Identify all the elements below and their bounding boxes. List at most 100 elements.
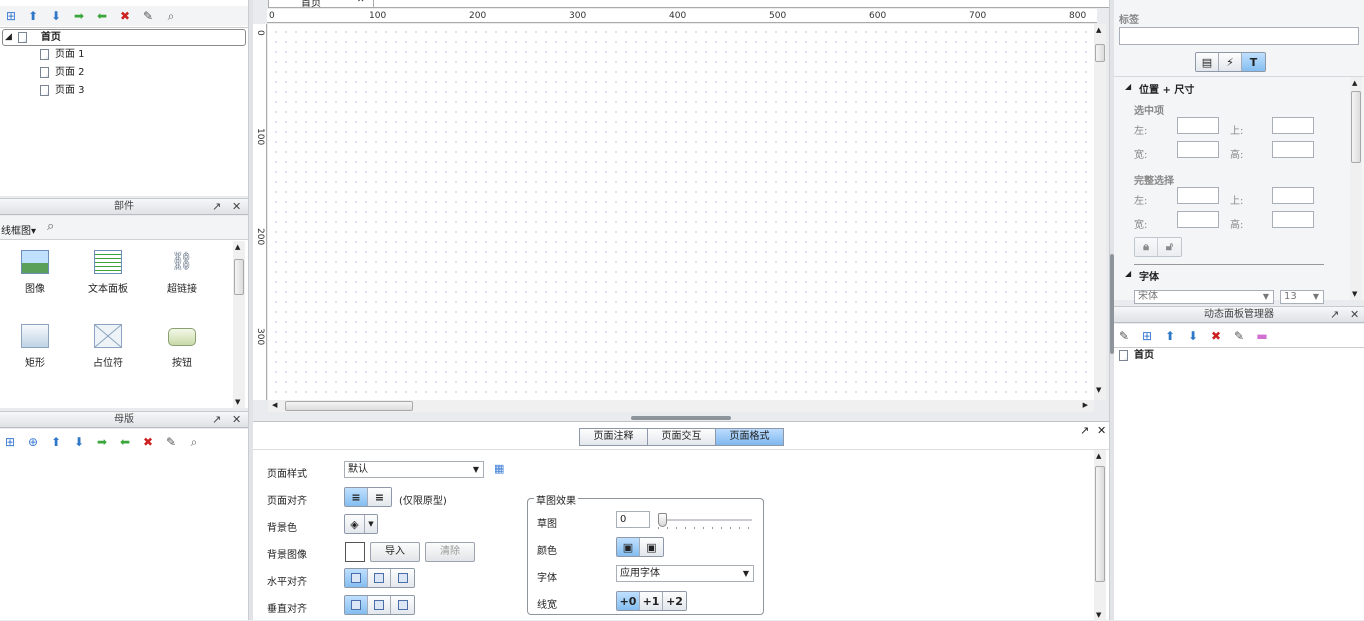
expand-toggle-icon[interactable]: ◢ (5, 29, 12, 46)
width-input[interactable] (1177, 141, 1219, 158)
collapse-icon[interactable]: ◢ (1125, 269, 1131, 278)
interactions-tab-icon[interactable]: ⚡ (1219, 53, 1242, 71)
align-center-icon[interactable]: ≡ (368, 488, 391, 506)
width-input-2[interactable] (1177, 211, 1219, 228)
top-input[interactable] (1272, 117, 1314, 134)
tab-page-interactions[interactable]: 页面交互 (647, 428, 716, 446)
line-width-2[interactable]: +2 (663, 592, 686, 610)
canvas-tab[interactable]: 首页 ✕ (268, 0, 374, 9)
h-align-left-icon[interactable] (345, 569, 368, 587)
move-up-icon[interactable]: ⬆ (25, 8, 41, 24)
left-input-2[interactable] (1177, 187, 1219, 204)
search-icon[interactable]: ⌕ (163, 8, 179, 24)
color-image-icon[interactable]: ▣ (617, 538, 640, 556)
delete-icon[interactable]: ✖ (1208, 328, 1224, 344)
canvas-vscroll[interactable]: ▲ ▼ (1094, 24, 1106, 400)
canvas-splitter[interactable] (631, 416, 731, 420)
library-select[interactable]: 线框图▾ (1, 222, 36, 237)
tree-item-page-1[interactable]: 页面 1 (40, 46, 85, 63)
close-icon[interactable]: ✕ (1097, 424, 1106, 437)
top-input-2[interactable] (1272, 187, 1314, 204)
delete-icon[interactable]: ✖ (140, 434, 156, 450)
label-input[interactable] (1119, 27, 1359, 45)
add-page-icon[interactable]: ⊞ (3, 8, 19, 24)
rename-icon[interactable]: ✎ (163, 434, 179, 450)
move-up-icon[interactable]: ⬆ (48, 434, 64, 450)
close-icon[interactable]: ✕ (1350, 307, 1359, 322)
add-master-icon[interactable]: ⊞ (2, 434, 18, 450)
unlock-icon[interactable]: 🔓︎ (1158, 238, 1181, 256)
canvas-hscroll[interactable]: ◀ ▶ (268, 400, 1094, 412)
chevron-down-icon[interactable]: ▼ (365, 515, 377, 533)
tab-page-notes[interactable]: 页面注释 (579, 428, 648, 446)
edit-icon[interactable]: ✎ (1116, 328, 1132, 344)
delete-icon[interactable]: ✖ (117, 8, 133, 24)
scroll-up-icon[interactable]: ▲ (1096, 26, 1101, 34)
clear-button[interactable]: 清除 (425, 542, 475, 562)
close-icon[interactable]: ✕ (232, 412, 241, 427)
widget-text-panel[interactable]: 文本面板 (73, 250, 143, 295)
v-align-bottom-icon[interactable] (391, 596, 414, 614)
tree-item-page-2[interactable]: 页面 2 (40, 64, 85, 81)
style-tab-icon[interactable]: T (1242, 53, 1265, 71)
popout-icon[interactable]: ↗ (1330, 307, 1339, 322)
collapse-icon[interactable]: ◢ (1125, 82, 1131, 91)
move-down-icon[interactable]: ⬇ (71, 434, 87, 450)
import-button[interactable]: 导入 (370, 542, 420, 562)
indent-icon[interactable]: ➡ (71, 8, 87, 24)
sketch-font-select[interactable]: 应用字体 ▼ (616, 565, 754, 582)
height-input[interactable] (1272, 141, 1314, 158)
left-input[interactable] (1177, 117, 1219, 134)
h-align-right-icon[interactable] (391, 569, 414, 587)
scroll-down-icon[interactable]: ▼ (1096, 386, 1101, 394)
font-size-select[interactable]: 13 ▼ (1280, 290, 1324, 304)
widgets-scrollbar[interactable]: ▲ ▼ (233, 241, 245, 408)
clear-icon[interactable]: ▬ (1254, 328, 1270, 344)
tree-item-page-3[interactable]: 页面 3 (40, 82, 85, 99)
scroll-thumb[interactable] (234, 259, 244, 295)
widget-search-icon[interactable]: ⌕ (47, 219, 54, 234)
outdent-icon[interactable]: ⬅ (94, 8, 110, 24)
inspector-scrollbar[interactable]: ▲ ▼ (1350, 77, 1362, 300)
page-style-select[interactable]: 默认 ▼ (344, 461, 484, 478)
scroll-thumb[interactable] (1095, 466, 1105, 582)
h-align-center-icon[interactable] (368, 569, 391, 587)
line-width-1[interactable]: +1 (640, 592, 663, 610)
rename-icon[interactable]: ✎ (1231, 328, 1247, 344)
close-icon[interactable]: ✕ (232, 199, 241, 214)
scroll-thumb[interactable] (1351, 91, 1361, 163)
popout-icon[interactable]: ↗ (212, 412, 221, 427)
sketch-value-field[interactable]: 0 (616, 511, 650, 528)
scroll-down-icon[interactable]: ▼ (235, 398, 240, 406)
scroll-up-icon[interactable]: ▲ (1352, 79, 1357, 87)
dynpanel-item-home[interactable]: 首页 (1119, 347, 1154, 364)
widget-button[interactable]: 按钮 (147, 324, 217, 369)
align-left-icon[interactable]: ≡ (345, 488, 368, 506)
scroll-thumb[interactable] (285, 401, 413, 411)
scroll-up-icon[interactable]: ▲ (235, 243, 240, 251)
move-up-icon[interactable]: ⬆ (1162, 328, 1178, 344)
font-family-select[interactable]: 宋体 ▼ (1134, 290, 1274, 304)
lock-icon[interactable]: 🔒︎ (1135, 238, 1158, 256)
widget-rectangle[interactable]: 矩形 (0, 324, 70, 369)
outdent-icon[interactable]: ⬅ (117, 434, 133, 450)
design-canvas[interactable] (268, 24, 1094, 400)
indent-icon[interactable]: ➡ (94, 434, 110, 450)
scroll-thumb[interactable] (1095, 44, 1105, 62)
move-down-icon[interactable]: ⬇ (1185, 328, 1201, 344)
widget-hyperlink[interactable]: ⛓ 超链接 (147, 250, 217, 295)
popout-icon[interactable]: ↗ (212, 199, 221, 214)
manage-styles-icon[interactable]: ▦ (494, 462, 504, 475)
move-down-icon[interactable]: ⬇ (48, 8, 64, 24)
tab-page-style[interactable]: 页面格式 (715, 428, 784, 446)
popout-icon[interactable]: ↗ (1080, 424, 1089, 437)
scroll-down-icon[interactable]: ▼ (1352, 290, 1357, 298)
sketch-slider[interactable] (658, 513, 752, 529)
scroll-down-icon[interactable]: ▼ (1096, 611, 1101, 619)
scroll-right-icon[interactable]: ▶ (1083, 401, 1088, 409)
add-state-icon[interactable]: ⊞ (1139, 328, 1155, 344)
tree-item-home[interactable]: ◢ 首页 (2, 29, 246, 46)
properties-tab-icon[interactable]: ▤ (1196, 53, 1219, 71)
v-align-middle-icon[interactable] (368, 596, 391, 614)
add-folder-icon[interactable]: ⊕ (25, 434, 41, 450)
